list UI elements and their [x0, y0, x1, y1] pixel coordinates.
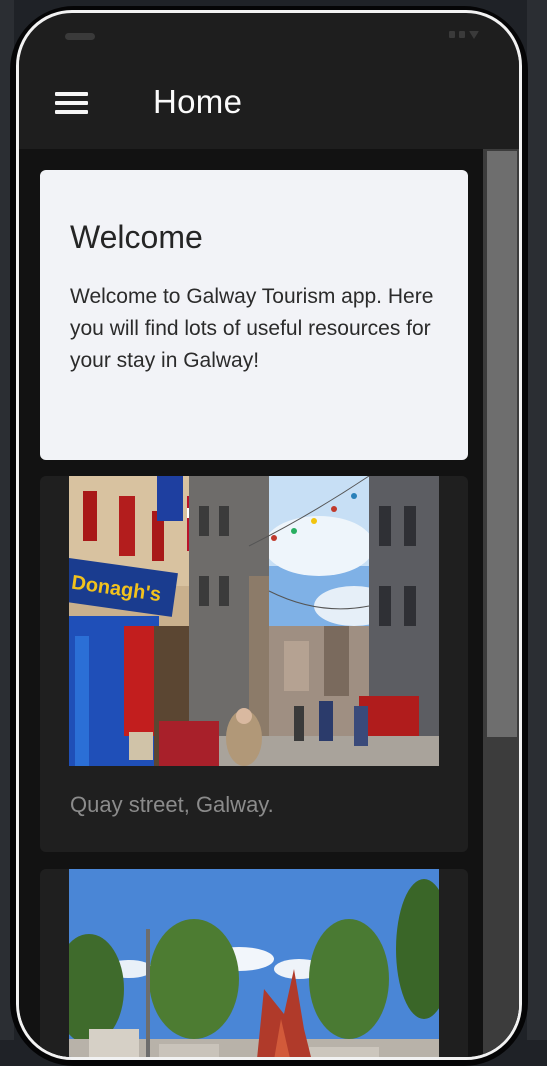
- photo-card[interactable]: Donagh's Quay street, Galway.: [40, 476, 468, 852]
- wifi-icon: [469, 31, 479, 39]
- app-bar: Home: [19, 57, 519, 149]
- scrollbar-thumb[interactable]: [487, 151, 517, 737]
- status-icons: [449, 31, 479, 39]
- signal-icon: [449, 31, 455, 38]
- quay-street-photo: Donagh's: [69, 476, 439, 766]
- page-backdrop-right: [527, 0, 547, 1040]
- speaker-notch: [65, 33, 95, 40]
- page-title: Home: [153, 83, 243, 120]
- scrollbar-track[interactable]: [483, 149, 519, 1057]
- hamburger-menu-icon[interactable]: [55, 91, 88, 115]
- galway-square-photo: [69, 869, 439, 1057]
- welcome-card: Welcome Welcome to Galway Tourism app. H…: [40, 170, 468, 460]
- phone-screen: Home Welcome Welcome to Galway Tourism a…: [16, 10, 522, 1060]
- welcome-text: Welcome to Galway Tourism app. Here you …: [70, 285, 434, 372]
- welcome-title: Welcome: [70, 219, 203, 255]
- scroll-content[interactable]: Welcome Welcome to Galway Tourism app. H…: [19, 149, 519, 1057]
- photo-caption: Quay street, Galway.: [70, 792, 274, 817]
- battery-icon: [459, 31, 465, 38]
- photo-card[interactable]: [40, 869, 468, 1057]
- status-bar: [19, 13, 519, 57]
